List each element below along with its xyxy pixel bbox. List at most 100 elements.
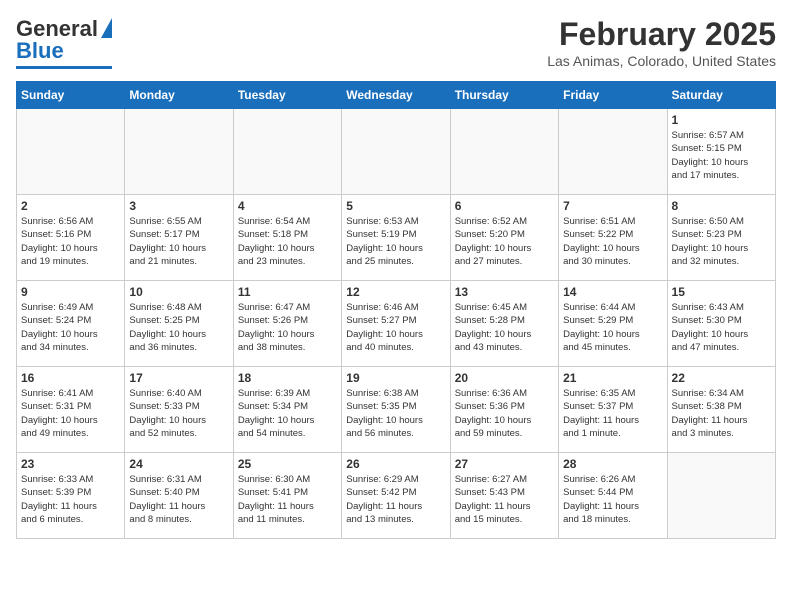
calendar-cell [559, 109, 667, 195]
calendar-cell [667, 453, 775, 539]
day-info: Sunrise: 6:31 AM Sunset: 5:40 PM Dayligh… [129, 473, 228, 526]
day-number: 22 [672, 371, 771, 385]
day-number: 26 [346, 457, 445, 471]
day-info: Sunrise: 6:30 AM Sunset: 5:41 PM Dayligh… [238, 473, 337, 526]
calendar-cell: 22 Sunrise: 6:34 AM Sunset: 5:38 PM Dayli… [667, 367, 775, 453]
weekday-header-tuesday: Tuesday [233, 82, 341, 109]
calendar-week-row: 2 Sunrise: 6:56 AM Sunset: 5:16 PM Daylig… [17, 195, 776, 281]
calendar-cell: 5 Sunrise: 6:53 AM Sunset: 5:19 PM Daylig… [342, 195, 450, 281]
day-number: 11 [238, 285, 337, 299]
day-number: 1 [672, 113, 771, 127]
day-number: 15 [672, 285, 771, 299]
calendar-cell: 19 Sunrise: 6:38 AM Sunset: 5:35 PM Dayli… [342, 367, 450, 453]
calendar-cell: 10Sunrise: 6:48 AM Sunset: 5:25 PM Dayli… [125, 281, 233, 367]
calendar-cell: 16 Sunrise: 6:41 AM Sunset: 5:31 PM Dayli… [17, 367, 125, 453]
day-info: Sunrise: 6:46 AM Sunset: 5:27 PM Dayligh… [346, 301, 445, 354]
day-info: Sunrise: 6:43 AM Sunset: 5:30 PM Dayligh… [672, 301, 771, 354]
day-number: 9 [21, 285, 120, 299]
calendar-cell [342, 109, 450, 195]
day-info: Sunrise: 6:44 AM Sunset: 5:29 PM Dayligh… [563, 301, 662, 354]
calendar-cell [233, 109, 341, 195]
day-number: 4 [238, 199, 337, 213]
calendar-week-row: 1 Sunrise: 6:57 AM Sunset: 5:15 PM Daylig… [17, 109, 776, 195]
calendar-table: SundayMondayTuesdayWednesdayThursdayFrid… [16, 81, 776, 539]
day-number: 17 [129, 371, 228, 385]
calendar-cell: 24 Sunrise: 6:31 AM Sunset: 5:40 PM Dayli… [125, 453, 233, 539]
logo-text-blue: Blue [16, 38, 64, 64]
day-number: 8 [672, 199, 771, 213]
day-number: 24 [129, 457, 228, 471]
day-info: Sunrise: 6:36 AM Sunset: 5:36 PM Dayligh… [455, 387, 554, 440]
calendar-cell: 25 Sunrise: 6:30 AM Sunset: 5:41 PM Dayli… [233, 453, 341, 539]
day-info: Sunrise: 6:27 AM Sunset: 5:43 PM Dayligh… [455, 473, 554, 526]
day-info: Sunrise: 6:53 AM Sunset: 5:19 PM Dayligh… [346, 215, 445, 268]
calendar-cell: 7 Sunrise: 6:51 AM Sunset: 5:22 PM Daylig… [559, 195, 667, 281]
calendar-cell: 17 Sunrise: 6:40 AM Sunset: 5:33 PM Dayli… [125, 367, 233, 453]
day-number: 19 [346, 371, 445, 385]
calendar-header-row: SundayMondayTuesdayWednesdayThursdayFrid… [17, 82, 776, 109]
weekday-header-wednesday: Wednesday [342, 82, 450, 109]
day-info: Sunrise: 6:34 AM Sunset: 5:38 PM Dayligh… [672, 387, 771, 440]
day-number: 12 [346, 285, 445, 299]
page-title: February 2025 [547, 16, 776, 53]
logo-underline [16, 66, 112, 69]
calendar-cell [125, 109, 233, 195]
weekday-header-saturday: Saturday [667, 82, 775, 109]
logo: General Blue [16, 16, 112, 69]
day-number: 27 [455, 457, 554, 471]
day-number: 6 [455, 199, 554, 213]
calendar-cell: 1 Sunrise: 6:57 AM Sunset: 5:15 PM Daylig… [667, 109, 775, 195]
day-number: 5 [346, 199, 445, 213]
calendar-cell: 15 Sunrise: 6:43 AM Sunset: 5:30 PM Dayli… [667, 281, 775, 367]
day-info: Sunrise: 6:56 AM Sunset: 5:16 PM Dayligh… [21, 215, 120, 268]
day-info: Sunrise: 6:38 AM Sunset: 5:35 PM Dayligh… [346, 387, 445, 440]
logo-triangle-icon [101, 18, 112, 38]
weekday-header-monday: Monday [125, 82, 233, 109]
day-number: 25 [238, 457, 337, 471]
day-number: 16 [21, 371, 120, 385]
day-info: Sunrise: 6:47 AM Sunset: 5:26 PM Dayligh… [238, 301, 337, 354]
calendar-cell: 18 Sunrise: 6:39 AM Sunset: 5:34 PM Dayli… [233, 367, 341, 453]
day-info: Sunrise: 6:26 AM Sunset: 5:44 PM Dayligh… [563, 473, 662, 526]
calendar-cell: 23 Sunrise: 6:33 AM Sunset: 5:39 PM Dayli… [17, 453, 125, 539]
day-info: Sunrise: 6:41 AM Sunset: 5:31 PM Dayligh… [21, 387, 120, 440]
day-info: Sunrise: 6:49 AM Sunset: 5:24 PM Dayligh… [21, 301, 120, 354]
calendar-cell: 6 Sunrise: 6:52 AM Sunset: 5:20 PM Daylig… [450, 195, 558, 281]
day-info: Sunrise: 6:39 AM Sunset: 5:34 PM Dayligh… [238, 387, 337, 440]
day-info: Sunrise: 6:35 AM Sunset: 5:37 PM Dayligh… [563, 387, 662, 440]
weekday-header-friday: Friday [559, 82, 667, 109]
day-number: 20 [455, 371, 554, 385]
day-number: 7 [563, 199, 662, 213]
calendar-cell: 28Sunrise: 6:26 AM Sunset: 5:44 PM Dayli… [559, 453, 667, 539]
calendar-week-row: 23 Sunrise: 6:33 AM Sunset: 5:39 PM Dayli… [17, 453, 776, 539]
calendar-cell: 9 Sunrise: 6:49 AM Sunset: 5:24 PM Daylig… [17, 281, 125, 367]
day-info: Sunrise: 6:52 AM Sunset: 5:20 PM Dayligh… [455, 215, 554, 268]
page-header: General Blue February 2025 Las Animas, C… [16, 16, 776, 69]
calendar-week-row: 16 Sunrise: 6:41 AM Sunset: 5:31 PM Dayli… [17, 367, 776, 453]
day-info: Sunrise: 6:54 AM Sunset: 5:18 PM Dayligh… [238, 215, 337, 268]
calendar-cell: 2 Sunrise: 6:56 AM Sunset: 5:16 PM Daylig… [17, 195, 125, 281]
calendar-cell: 20 Sunrise: 6:36 AM Sunset: 5:36 PM Dayli… [450, 367, 558, 453]
day-number: 23 [21, 457, 120, 471]
calendar-cell: 27 Sunrise: 6:27 AM Sunset: 5:43 PM Dayli… [450, 453, 558, 539]
day-info: Sunrise: 6:57 AM Sunset: 5:15 PM Dayligh… [672, 129, 771, 182]
calendar-cell: 13Sunrise: 6:45 AM Sunset: 5:28 PM Dayli… [450, 281, 558, 367]
calendar-cell: 3Sunrise: 6:55 AM Sunset: 5:17 PM Daylig… [125, 195, 233, 281]
calendar-cell: 21 Sunrise: 6:35 AM Sunset: 5:37 PM Dayli… [559, 367, 667, 453]
day-info: Sunrise: 6:33 AM Sunset: 5:39 PM Dayligh… [21, 473, 120, 526]
calendar-cell [17, 109, 125, 195]
day-info: Sunrise: 6:55 AM Sunset: 5:17 PM Dayligh… [129, 215, 228, 268]
day-number: 10 [129, 285, 228, 299]
title-block: February 2025 Las Animas, Colorado, Unit… [547, 16, 776, 69]
day-number: 21 [563, 371, 662, 385]
day-number: 18 [238, 371, 337, 385]
day-info: Sunrise: 6:51 AM Sunset: 5:22 PM Dayligh… [563, 215, 662, 268]
calendar-cell: 8Sunrise: 6:50 AM Sunset: 5:23 PM Daylig… [667, 195, 775, 281]
calendar-week-row: 9 Sunrise: 6:49 AM Sunset: 5:24 PM Daylig… [17, 281, 776, 367]
day-info: Sunrise: 6:40 AM Sunset: 5:33 PM Dayligh… [129, 387, 228, 440]
calendar-cell: 14 Sunrise: 6:44 AM Sunset: 5:29 PM Dayli… [559, 281, 667, 367]
calendar-cell: 11 Sunrise: 6:47 AM Sunset: 5:26 PM Dayli… [233, 281, 341, 367]
day-number: 2 [21, 199, 120, 213]
day-info: Sunrise: 6:29 AM Sunset: 5:42 PM Dayligh… [346, 473, 445, 526]
day-number: 14 [563, 285, 662, 299]
